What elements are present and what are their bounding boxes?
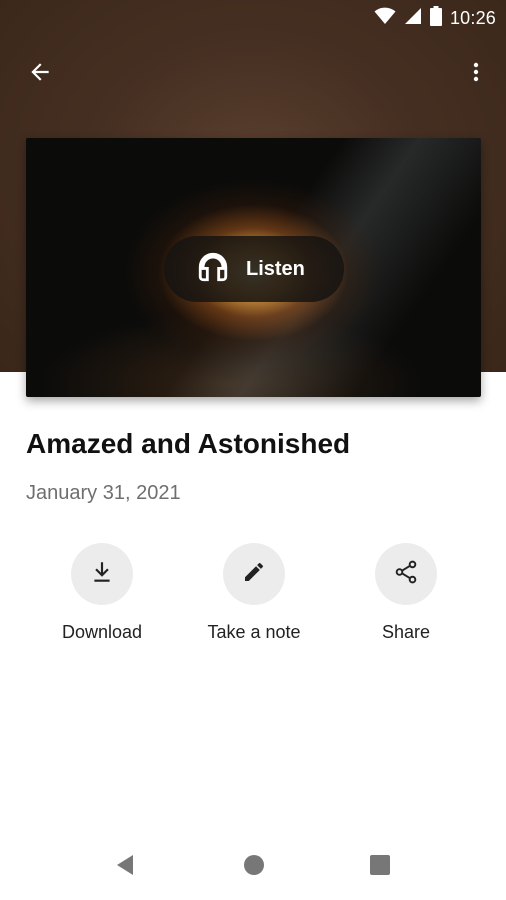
download-label: Download bbox=[61, 622, 143, 642]
status-bar: 10:26 bbox=[0, 0, 506, 36]
wifi-icon bbox=[374, 7, 396, 30]
arrow-back-icon bbox=[27, 59, 53, 90]
recents-square-icon bbox=[369, 854, 391, 881]
battery-icon bbox=[429, 6, 442, 31]
sermon-title: Amazed and Astonished bbox=[26, 428, 351, 459]
share-icon bbox=[393, 559, 419, 590]
cell-signal-icon bbox=[404, 7, 422, 30]
download-button[interactable]: Download bbox=[32, 543, 172, 643]
share-circle bbox=[375, 543, 437, 605]
listen-label: Listen bbox=[246, 257, 305, 280]
back-button[interactable] bbox=[18, 52, 62, 96]
download-circle bbox=[71, 543, 133, 605]
nav-home-button[interactable] bbox=[239, 852, 269, 882]
status-time: 10:26 bbox=[449, 8, 496, 28]
download-icon bbox=[89, 559, 115, 590]
system-nav-bar bbox=[0, 832, 506, 900]
take-note-circle bbox=[223, 543, 285, 605]
share-label: Share bbox=[381, 622, 431, 642]
headphones-icon bbox=[196, 250, 230, 289]
nav-back-button[interactable] bbox=[110, 852, 140, 882]
listen-button[interactable]: Listen bbox=[164, 236, 344, 302]
status-icons: 10:26 bbox=[374, 6, 496, 31]
home-circle-icon bbox=[243, 854, 265, 881]
more-options-button[interactable] bbox=[454, 52, 498, 96]
back-triangle-icon bbox=[114, 854, 136, 881]
sermon-date: January 31, 2021 bbox=[26, 482, 181, 504]
pencil-icon bbox=[242, 560, 266, 589]
more-vert-icon bbox=[464, 60, 488, 89]
take-note-button[interactable]: Take a note bbox=[184, 543, 324, 643]
take-note-label: Take a note bbox=[207, 622, 301, 642]
nav-recents-button[interactable] bbox=[365, 852, 395, 882]
share-button[interactable]: Share bbox=[336, 543, 476, 643]
